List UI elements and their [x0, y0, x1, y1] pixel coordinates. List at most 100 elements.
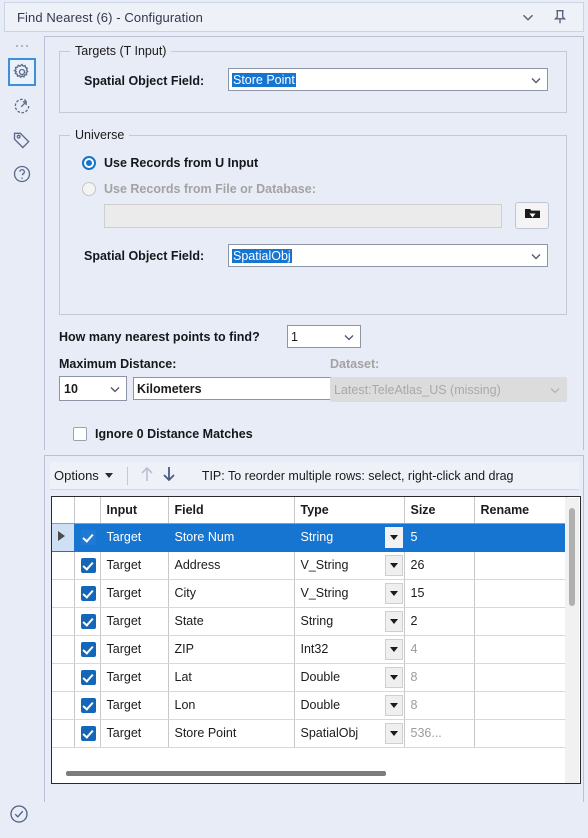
move-up-button[interactable] [136, 465, 158, 487]
cell-type[interactable]: SpatialObj [294, 719, 405, 748]
table-row[interactable]: Target Store Num String 5 [52, 523, 567, 552]
table-row[interactable]: Target Lat Double 8 [52, 663, 567, 692]
cell-type[interactable]: Double [294, 663, 405, 692]
cell-size[interactable]: 26 [404, 551, 475, 580]
cell-input: Target [100, 663, 169, 692]
cell-field[interactable]: Store Point [168, 719, 295, 748]
type-dropdown-button[interactable] [384, 666, 403, 688]
cell-size[interactable]: 5 [404, 523, 475, 552]
column-header-field[interactable]: Field [168, 497, 295, 524]
table-row[interactable]: Target Address V_String 26 [52, 551, 567, 580]
cell-field[interactable]: Lon [168, 691, 295, 720]
table-row[interactable]: Target City V_String 15 [52, 579, 567, 608]
row-select-checkbox[interactable] [74, 607, 101, 636]
grid-vertical-scroll-thumb[interactable] [569, 508, 575, 606]
row-indicator[interactable] [52, 551, 75, 580]
cell-size[interactable]: 536... [404, 719, 475, 748]
chevron-down-icon[interactable] [525, 74, 547, 86]
row-select-checkbox[interactable] [74, 691, 101, 720]
row-select-checkbox[interactable] [74, 663, 101, 692]
row-indicator[interactable] [52, 635, 75, 664]
cell-size[interactable]: 8 [404, 691, 475, 720]
cell-type[interactable]: Int32 [294, 635, 405, 664]
universe-spatial-object-field-combo[interactable]: SpatialObj [228, 244, 548, 267]
options-button[interactable]: Options [50, 466, 119, 485]
fields-grid[interactable]: Input Field Type Size Rename Target Store… [51, 496, 581, 784]
sidebar-item-workflow[interactable] [8, 92, 36, 120]
type-dropdown-button[interactable] [384, 582, 403, 604]
column-header-type[interactable]: Type [294, 497, 405, 524]
cell-field[interactable]: ZIP [168, 635, 295, 664]
table-row[interactable]: Target ZIP Int32 4 [52, 635, 567, 664]
radio-use-records-file-db[interactable]: Use Records from File or Database: [82, 182, 316, 196]
cell-rename[interactable] [474, 719, 567, 748]
table-row[interactable]: Target Store Point SpatialObj 536... [52, 719, 567, 748]
chevron-down-icon[interactable] [338, 331, 360, 343]
row-indicator[interactable] [52, 607, 75, 636]
ignore-zero-distance-checkbox[interactable]: Ignore 0 Distance Matches [73, 427, 253, 441]
cell-rename[interactable] [474, 607, 567, 636]
row-select-checkbox[interactable] [74, 579, 101, 608]
row-select-checkbox[interactable] [74, 551, 101, 580]
cell-rename[interactable] [474, 691, 567, 720]
column-header-input[interactable]: Input [100, 497, 169, 524]
type-dropdown-button[interactable] [384, 722, 403, 744]
cell-rename[interactable] [474, 663, 567, 692]
nearest-points-combo[interactable]: 1 [287, 325, 361, 348]
type-dropdown-button[interactable] [384, 694, 403, 716]
table-row[interactable]: Target State String 2 [52, 607, 567, 636]
cell-size[interactable]: 2 [404, 607, 475, 636]
table-row[interactable]: Target Lon Double 8 [52, 691, 567, 720]
targets-spatial-object-field-combo[interactable]: Store Point [228, 68, 548, 91]
cell-type[interactable]: String [294, 607, 405, 636]
chevron-down-icon[interactable] [519, 8, 537, 26]
grid-horizontal-scroll-thumb[interactable] [66, 771, 386, 776]
cell-size[interactable]: 8 [404, 663, 475, 692]
cell-type[interactable]: V_String [294, 551, 405, 580]
browse-file-button[interactable] [515, 202, 549, 229]
cell-field[interactable]: Address [168, 551, 295, 580]
sidebar-item-configuration[interactable] [8, 58, 36, 86]
row-select-checkbox[interactable] [74, 719, 101, 748]
maximum-distance-input[interactable]: 10 [59, 376, 127, 401]
sidebar-item-help[interactable] [8, 160, 36, 188]
file-or-database-path-input[interactable] [104, 204, 502, 228]
distance-units-combo[interactable]: Kilometers [133, 377, 359, 400]
row-indicator[interactable] [52, 523, 75, 552]
cell-type[interactable]: V_String [294, 579, 405, 608]
cell-rename[interactable] [474, 635, 567, 664]
chevron-down-icon[interactable] [525, 250, 547, 262]
type-dropdown-button[interactable] [384, 526, 403, 548]
row-indicator[interactable] [52, 719, 75, 748]
radio-use-records-u-input[interactable]: Use Records from U Input [82, 156, 258, 170]
cell-type[interactable]: Double [294, 691, 405, 720]
cell-size[interactable]: 4 [404, 635, 475, 664]
grid-horizontal-scrollbar[interactable] [58, 768, 576, 780]
grid-vertical-scrollbar[interactable] [565, 498, 579, 783]
row-select-checkbox[interactable] [74, 635, 101, 664]
type-dropdown-button[interactable] [384, 638, 403, 660]
cell-rename[interactable] [474, 551, 567, 580]
type-dropdown-button[interactable] [384, 554, 403, 576]
cell-size[interactable]: 15 [404, 579, 475, 608]
row-indicator[interactable] [52, 691, 75, 720]
cell-field[interactable]: City [168, 579, 295, 608]
row-indicator[interactable] [52, 579, 75, 608]
cell-field[interactable]: Lat [168, 663, 295, 692]
row-select-checkbox[interactable] [74, 523, 101, 552]
type-dropdown-button[interactable] [384, 610, 403, 632]
sidebar-item-annotation[interactable] [8, 126, 36, 154]
cell-rename[interactable] [474, 579, 567, 608]
move-down-button[interactable] [158, 465, 180, 487]
cell-rename[interactable] [474, 523, 567, 552]
row-indicator[interactable] [52, 663, 75, 692]
column-header-rename[interactable]: Rename [474, 497, 567, 524]
rail-drag-handle[interactable] [16, 40, 28, 52]
cell-field[interactable]: Store Num [168, 523, 295, 552]
cell-field[interactable]: State [168, 607, 295, 636]
chevron-down-icon[interactable] [104, 383, 126, 395]
cell-type[interactable]: String [294, 523, 405, 552]
distance-units-value: Kilometers [137, 381, 202, 396]
column-header-size[interactable]: Size [404, 497, 475, 524]
pin-icon[interactable] [551, 8, 569, 26]
